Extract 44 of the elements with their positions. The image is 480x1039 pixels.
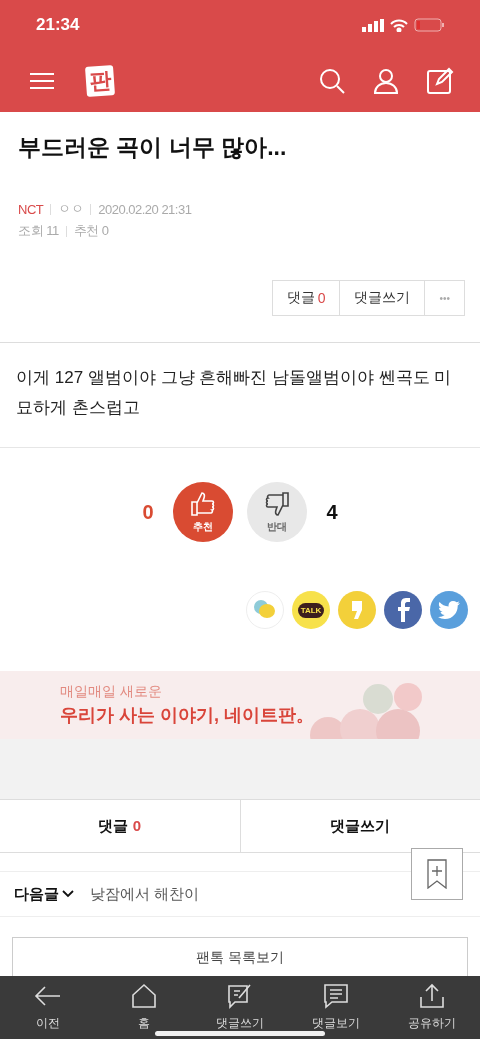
bookmark-add-button[interactable]	[411, 848, 463, 900]
banner-title: 우리가 사는 이야기, 네이트판。	[60, 704, 314, 727]
search-icon[interactable]	[318, 67, 346, 95]
signal-icon	[362, 18, 384, 32]
promo-banner[interactable]: 매일매일 새로운 우리가 사는 이야기, 네이트판。	[0, 671, 480, 739]
bird-icon	[438, 601, 460, 619]
battery-icon	[414, 18, 444, 32]
thumbs-up-icon	[189, 490, 217, 518]
thumbs-down-icon	[263, 490, 291, 518]
logo[interactable]: 판	[85, 65, 115, 97]
next-post-toggle[interactable]: 다음글	[14, 884, 74, 904]
bookmark-plus-icon	[427, 859, 447, 889]
chevron-down-icon	[62, 890, 74, 898]
oppose-count: 4	[325, 500, 339, 524]
edit-icon[interactable]	[426, 67, 454, 95]
talk-button[interactable]: TALK	[292, 591, 330, 629]
post-date: 2020.02.20 21:31	[98, 201, 192, 217]
list-button[interactable]: 팬톡 목록보기	[12, 937, 468, 977]
facebook-icon	[396, 598, 410, 622]
next-post-link[interactable]: 낮잠에서 해찬이	[90, 884, 200, 904]
recommend-count: 0	[141, 500, 155, 524]
recommend-button[interactable]: 추천	[173, 482, 233, 542]
home-icon	[129, 983, 159, 1009]
banner-subtitle: 매일매일 새로운	[60, 683, 163, 701]
toolbar-tab[interactable]: 댓글보기	[288, 976, 384, 1039]
toolbar-tab[interactable]: 이전	[0, 976, 96, 1039]
toolbar-tab[interactable]: 댓글쓰기	[192, 976, 288, 1039]
post-body: 이게 127 앨범이야 그냥 흔해빠진 남돌앨범이야 쎈곡도 미묘하게 촌스럽고	[0, 343, 480, 448]
wifi-icon	[390, 18, 408, 32]
quote-mark-icon	[350, 599, 364, 621]
author-name: ㅇㅇ	[58, 200, 84, 218]
upload-icon	[417, 983, 447, 1009]
toolbar-tab[interactable]: 공유하기	[384, 976, 480, 1039]
status-time: 21:34	[36, 15, 80, 35]
bird-button[interactable]	[430, 591, 468, 629]
view-count: 조회 11	[18, 222, 59, 240]
category-link[interactable]: NCT	[18, 201, 44, 217]
facebook-button[interactable]	[384, 591, 422, 629]
post-title: 부드러운 곡이 너무 많아...	[17, 133, 288, 162]
toolbar-tab[interactable]: 홈	[96, 976, 192, 1039]
oppose-button[interactable]: 반대	[247, 482, 307, 542]
speech-bubble-icon	[321, 983, 351, 1009]
person-icon[interactable]	[372, 67, 400, 95]
recommend-count: 추천 0	[73, 222, 109, 240]
